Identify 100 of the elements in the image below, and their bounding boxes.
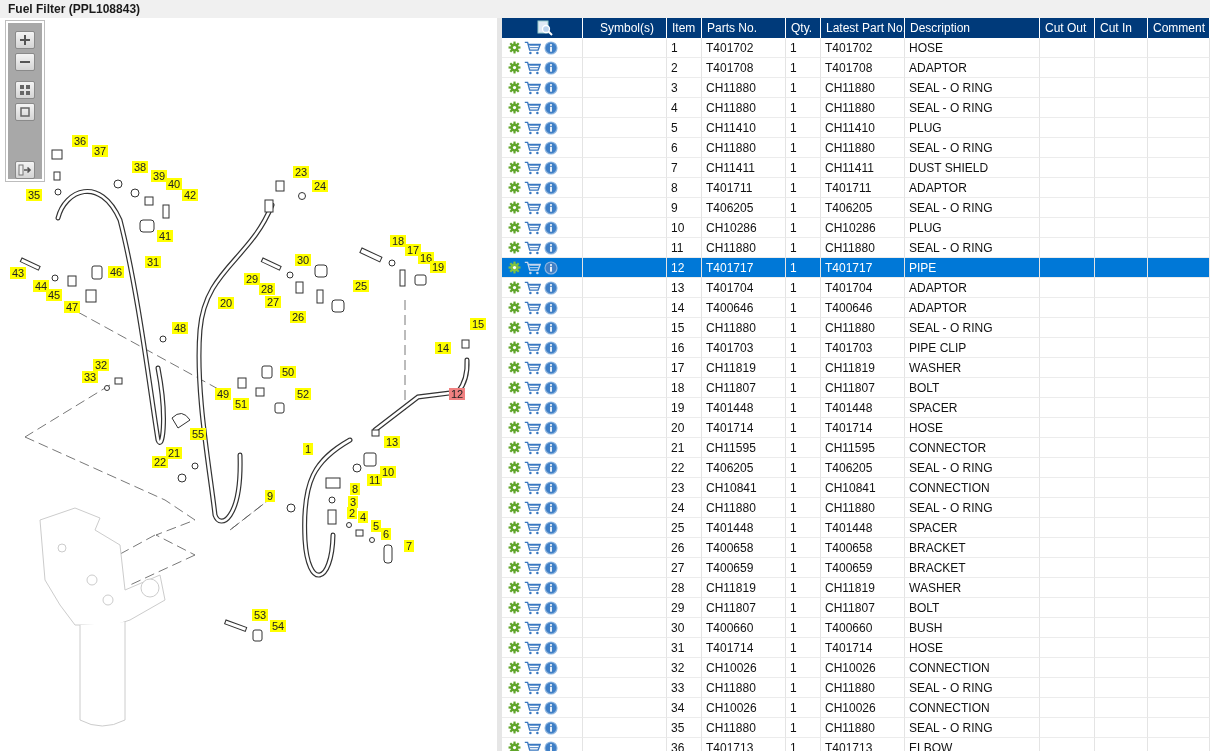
callout-label[interactable]: 51 [233,398,250,410]
callout-label[interactable]: 2 [347,507,358,519]
info-icon[interactable] [544,700,558,715]
cart-icon[interactable] [524,620,541,635]
cart-icon[interactable] [524,740,541,751]
column-header[interactable]: Parts No. [702,18,786,38]
table-row[interactable] [502,338,583,358]
cart-icon[interactable] [524,140,541,155]
gear-icon[interactable] [508,341,521,354]
info-icon[interactable] [544,680,558,695]
gear-icon[interactable] [508,601,521,614]
cart-icon[interactable] [524,240,541,255]
info-icon[interactable] [544,160,558,175]
table-row[interactable] [502,318,583,338]
table-row[interactable] [502,158,583,178]
info-icon[interactable] [544,500,558,515]
gear-icon[interactable] [508,421,521,434]
column-header[interactable]: Comment [1148,18,1210,38]
cart-icon[interactable] [524,640,541,655]
cart-icon[interactable] [524,580,541,595]
info-icon[interactable] [544,420,558,435]
column-header[interactable]: Cut In [1095,18,1148,38]
table-row[interactable] [502,678,583,698]
gear-icon[interactable] [508,141,521,154]
column-header[interactable]: Cut Out [1040,18,1095,38]
gear-icon[interactable] [508,161,521,174]
callout-label[interactable]: 18 [390,235,407,247]
gear-icon[interactable] [508,241,521,254]
gear-icon[interactable] [508,181,521,194]
callout-label[interactable]: 20 [218,297,235,309]
table-row[interactable] [502,298,583,318]
callout-label[interactable]: 5 [371,520,382,532]
gear-icon[interactable] [508,721,521,734]
info-icon[interactable] [544,260,558,275]
table-row[interactable] [502,458,583,478]
info-icon[interactable] [544,340,558,355]
callout-label[interactable]: 47 [64,301,81,313]
gear-icon[interactable] [508,41,521,54]
cart-icon[interactable] [524,360,541,375]
callout-label[interactable]: 31 [145,256,162,268]
callout-label[interactable]: 14 [435,342,452,354]
table-row[interactable] [502,418,583,438]
column-header[interactable]: Description [905,18,1040,38]
gear-icon[interactable] [508,461,521,474]
table-row[interactable] [502,538,583,558]
callout-label[interactable]: 33 [82,371,99,383]
table-row[interactable] [502,638,583,658]
info-icon[interactable] [544,100,558,115]
gear-icon[interactable] [508,201,521,214]
info-icon[interactable] [544,400,558,415]
gear-icon[interactable] [508,221,521,234]
cart-icon[interactable] [524,80,541,95]
cart-icon[interactable] [524,600,541,615]
info-icon[interactable] [544,620,558,635]
table-row[interactable] [502,238,583,258]
zoom-in-button[interactable] [15,31,35,49]
callout-label[interactable]: 13 [384,436,401,448]
callout-label[interactable]: 22 [152,456,169,468]
info-icon[interactable] [544,200,558,215]
table-row[interactable] [502,78,583,98]
column-header[interactable]: Symbol(s) [583,18,667,38]
gear-icon[interactable] [508,541,521,554]
table-row[interactable] [502,398,583,418]
table-row[interactable] [502,138,583,158]
gear-icon[interactable] [508,501,521,514]
table-row[interactable] [502,498,583,518]
callout-label[interactable]: 29 [244,273,261,285]
cart-icon[interactable] [524,540,541,555]
callout-label[interactable]: 28 [259,283,276,295]
cart-icon[interactable] [524,520,541,535]
cart-icon[interactable] [524,680,541,695]
callout-label[interactable]: 24 [312,180,329,192]
callout-label[interactable]: 45 [46,289,63,301]
cart-icon[interactable] [524,320,541,335]
info-icon[interactable] [544,480,558,495]
callout-label[interactable]: 11 [367,474,383,486]
cart-icon[interactable] [524,400,541,415]
column-header[interactable]: Qty. [786,18,821,38]
fit-page-button[interactable] [15,81,35,99]
gear-icon[interactable] [508,561,521,574]
callout-label[interactable]: 8 [350,483,361,495]
cart-icon[interactable] [524,260,541,275]
cart-icon[interactable] [524,60,541,75]
gear-icon[interactable] [508,661,521,674]
callout-label[interactable]: 37 [92,145,109,157]
table-row[interactable] [502,38,583,58]
callout-label[interactable]: 32 [93,359,110,371]
callout-label[interactable]: 10 [380,466,397,478]
callout-label[interactable]: 41 [157,230,174,242]
table-row[interactable] [502,478,583,498]
table-row[interactable] [502,578,583,598]
cart-icon[interactable] [524,460,541,475]
info-icon[interactable] [544,600,558,615]
cart-icon[interactable] [524,40,541,55]
column-header[interactable]: Latest Part No. [821,18,905,38]
cart-icon[interactable] [524,200,541,215]
cart-icon[interactable] [524,100,541,115]
table-row[interactable] [502,438,583,458]
callout-label[interactable]: 40 [166,178,183,190]
callout-label[interactable]: 46 [108,266,125,278]
